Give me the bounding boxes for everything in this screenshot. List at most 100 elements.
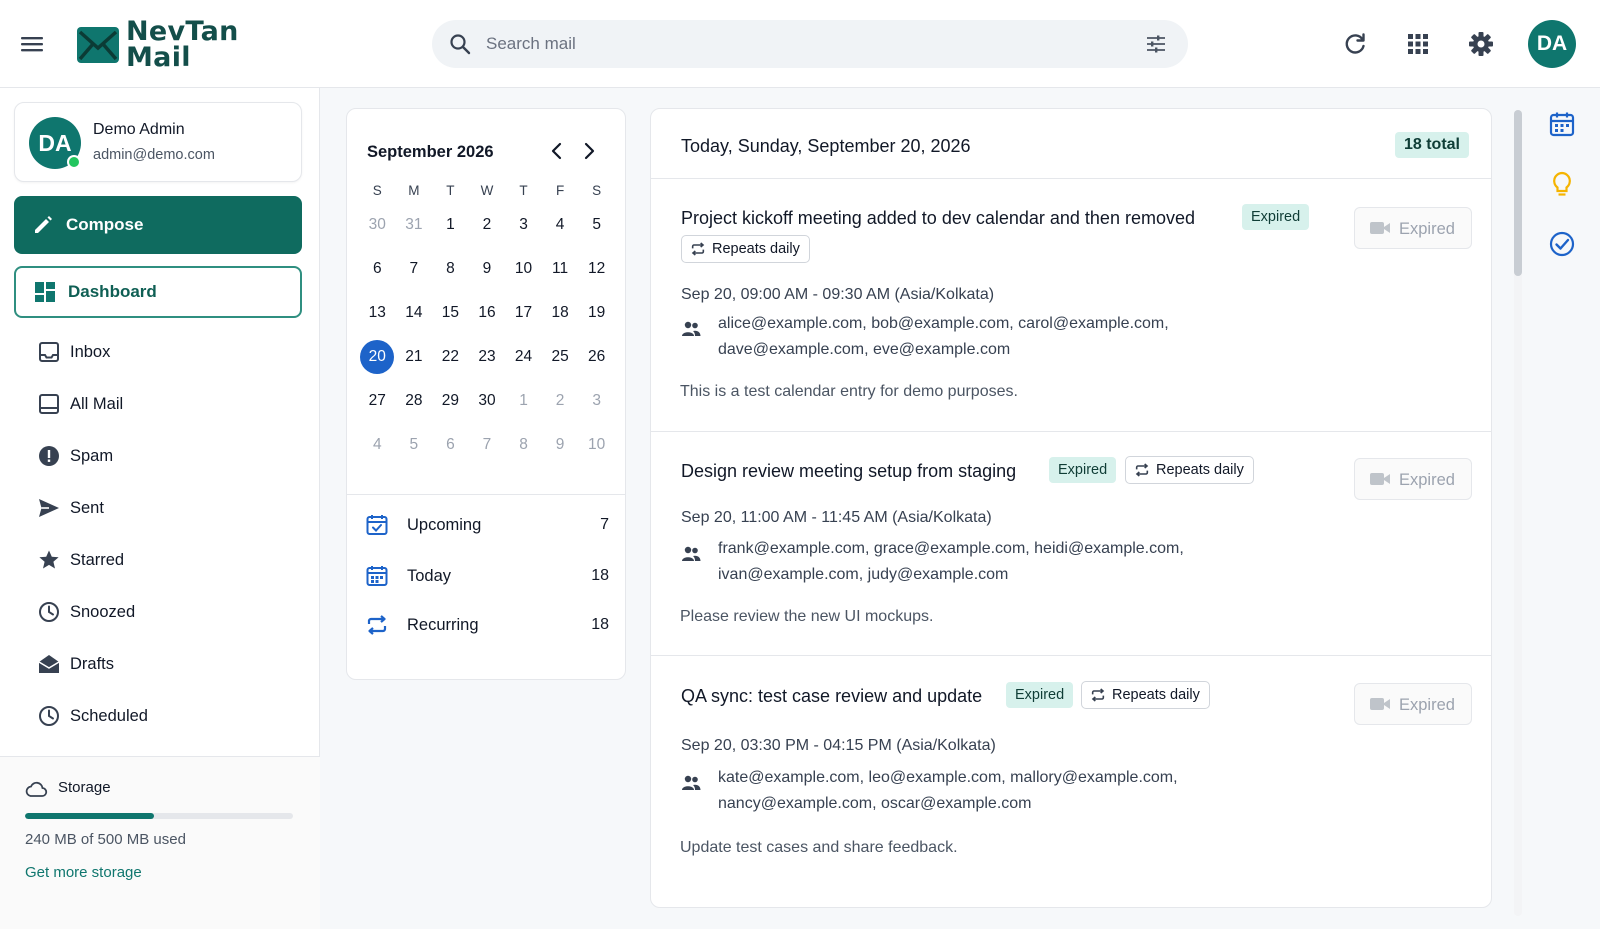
tasks-check-icon[interactable] [1548,230,1576,258]
event-card[interactable]: QA sync: test case review and update Exp… [651,656,1491,907]
sidebar-item-sent[interactable]: Sent [14,486,302,530]
lightbulb-icon[interactable] [1548,170,1576,198]
repeat-label: Repeats daily [1112,687,1200,703]
calendar-day[interactable]: 22 [432,339,469,375]
refresh-icon[interactable] [1341,30,1369,58]
calendar-day[interactable]: 1 [505,383,542,419]
calendar-day[interactable]: 1 [432,207,469,243]
join-video-expired-button[interactable]: Expired [1354,458,1472,500]
calendar-day[interactable]: 6 [432,427,469,463]
filter-upcoming[interactable]: Upcoming 7 [365,505,609,545]
brand-logo[interactable]: NevTan Mail [76,18,239,72]
calendar-day[interactable]: 15 [432,295,469,331]
calendar-day[interactable]: 28 [396,383,433,419]
envelope-logo-icon [77,27,119,63]
calendar-day[interactable]: 9 [469,251,506,287]
weekday-label: F [555,183,565,198]
calendar-day[interactable]: 4 [542,207,579,243]
calendar-day[interactable]: 19 [578,295,615,331]
filter-recurring[interactable]: Recurring 18 [365,605,609,645]
calendar-day-number: 9 [482,260,492,277]
event-guests-line: frank@example.com, grace@example.com, he… [718,540,1184,557]
calendar-day[interactable]: 25 [542,339,579,375]
weekday-label: T [519,183,528,198]
calendar-day[interactable]: 27 [359,383,396,419]
calendar-day[interactable]: 5 [578,207,615,243]
calendar-day[interactable]: 4 [359,427,396,463]
calendar-day-number: 21 [405,348,423,365]
calendar-day[interactable]: 2 [469,207,506,243]
calendar-day[interactable]: 3 [505,207,542,243]
calendar-day-number: 25 [551,348,569,365]
menu-icon[interactable] [18,30,46,58]
event-card[interactable]: Project kickoff meeting added to dev cal… [651,179,1491,432]
calendar-day[interactable]: 8 [505,427,542,463]
calendar-day[interactable]: 10 [578,427,615,463]
calendar-day[interactable]: 7 [396,251,433,287]
weekday-label: S [592,183,602,198]
dashboard-label: Dashboard [68,282,157,301]
calendar-day[interactable]: 30 [359,207,396,243]
join-video-expired-button[interactable]: Expired [1354,207,1472,249]
profile-card[interactable]: DA Demo Admin admin@demo.com [14,102,302,182]
calendar-day[interactable]: 14 [396,295,433,331]
search-options-icon[interactable] [1144,32,1168,56]
calendar-day[interactable]: 16 [469,295,506,331]
sidebar-item-starred[interactable]: Starred [14,538,302,582]
scrollbar-thumb[interactable] [1514,110,1522,276]
join-video-expired-button[interactable]: Expired [1354,683,1472,725]
event-card[interactable]: Design review meeting setup from staging… [651,432,1491,656]
calendar-day[interactable]: 6 [359,251,396,287]
calendar-day-number: 10 [514,260,533,277]
calendar-day[interactable]: 18 [542,295,579,331]
dashboard-nav-item[interactable]: Dashboard [14,266,302,318]
sidebar-item-inbox[interactable]: Inbox [14,330,302,374]
sidebar-item-snoozed[interactable]: Snoozed [14,590,302,634]
chevron-right-icon[interactable] [577,139,601,163]
search-input[interactable] [486,34,1086,54]
calendar-day[interactable]: 12 [578,251,615,287]
calendar-day[interactable]: 31 [396,207,433,243]
calendar-day[interactable]: 3 [578,383,615,419]
filter-today[interactable]: Today 18 [365,556,609,596]
calendar-week-row: 13 14 15 16 17 18 19 [359,291,615,335]
chevron-left-icon[interactable] [545,139,569,163]
repeats-daily-badge: Repeats daily [681,235,810,263]
calendar-day[interactable]: 2 [542,383,579,419]
calendar-day[interactable]: 29 [432,383,469,419]
calendar-day-number: 16 [478,304,496,321]
compose-button[interactable]: Compose [14,196,302,254]
sidebar-item-scheduled[interactable]: Scheduled [14,694,302,738]
sidebar-item-all-mail[interactable]: All Mail [14,382,302,426]
calendar-day-today[interactable]: 20 [359,339,396,375]
calendar-day[interactable]: 7 [469,427,506,463]
get-more-storage-link[interactable]: Get more storage [25,864,142,881]
calendar-day[interactable]: 24 [505,339,542,375]
calendar-day[interactable]: 11 [542,251,579,287]
sidebar-item-drafts[interactable]: Drafts [14,642,302,686]
calendar-day[interactable]: 23 [469,339,506,375]
sidebar-item-spam[interactable]: Spam [14,434,302,478]
expired-badge: Expired [1242,204,1310,230]
expired-button-label: Expired [1399,696,1455,714]
search-icon[interactable] [448,32,472,56]
calendar-day[interactable]: 26 [578,339,615,375]
drafts-icon [38,655,60,673]
calendar-day[interactable]: 10 [505,251,542,287]
apps-grid-icon[interactable] [1404,30,1432,58]
settings-gear-icon[interactable] [1467,30,1495,58]
calendar-day[interactable]: 5 [396,427,433,463]
weekday-label: W [480,183,494,198]
calendar-day-number: 12 [588,260,606,277]
calendar-app-icon[interactable] [1548,110,1576,138]
calendar-day[interactable]: 17 [505,295,542,331]
calendar-day-number: 4 [555,216,565,233]
calendar-day[interactable]: 13 [359,295,396,331]
calendar-day[interactable]: 8 [432,251,469,287]
divider [347,494,625,495]
calendar-day[interactable]: 30 [469,383,506,419]
calendar-day[interactable]: 9 [542,427,579,463]
events-scrollbar[interactable] [1514,110,1522,916]
user-avatar[interactable]: DA [1528,20,1576,68]
calendar-day[interactable]: 21 [396,339,433,375]
